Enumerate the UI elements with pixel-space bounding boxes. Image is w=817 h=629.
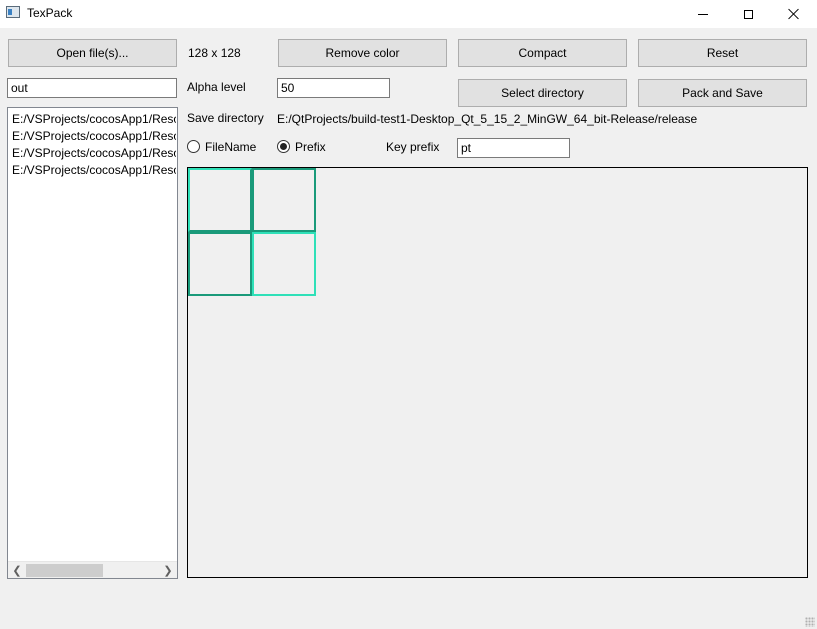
select-directory-button[interactable]: Select directory <box>458 79 627 107</box>
open-files-button[interactable]: Open file(s)... <box>8 39 177 67</box>
key-prefix-label: Key prefix <box>386 140 440 154</box>
sprite-tile <box>252 232 316 296</box>
list-item[interactable]: E:/VSProjects/cocosApp1/Reso <box>12 146 176 160</box>
minimize-icon <box>698 13 708 15</box>
alpha-level-input[interactable]: 50 <box>277 78 390 98</box>
sprite-tile <box>252 168 316 232</box>
filename-radio-label: FileName <box>205 140 257 154</box>
pack-and-save-button[interactable]: Pack and Save <box>638 79 807 107</box>
save-directory-label: Save directory <box>187 111 264 125</box>
save-directory-path: E:/QtProjects/build-test1-Desktop_Qt_5_1… <box>277 112 698 126</box>
prefix-radio[interactable] <box>277 140 290 153</box>
horizontal-scrollbar[interactable]: ❮ ❯ <box>8 561 177 578</box>
prefix-radio-label: Prefix <box>295 140 326 154</box>
app-window-icon <box>6 6 20 18</box>
title-bar: TexPack <box>0 0 817 28</box>
minimize-button[interactable] <box>680 0 726 28</box>
list-item[interactable]: E:/VSProjects/cocosApp1/Reso <box>12 163 176 177</box>
list-item[interactable]: E:/VSProjects/cocosApp1/Reso <box>12 112 176 126</box>
output-name-input[interactable]: out <box>7 78 177 98</box>
texture-preview-canvas <box>187 167 808 578</box>
resize-grip-icon[interactable] <box>805 617 815 627</box>
sprite-tile <box>188 232 252 296</box>
maximize-icon <box>743 9 753 19</box>
scroll-left-icon[interactable]: ❮ <box>9 562 25 578</box>
key-prefix-input[interactable]: pt <box>457 138 570 158</box>
scroll-thumb[interactable] <box>26 564 103 577</box>
compact-button[interactable]: Compact <box>458 39 627 67</box>
list-item[interactable]: E:/VSProjects/cocosApp1/Reso <box>12 129 176 143</box>
texture-size-label: 128 x 128 <box>188 46 241 60</box>
window-title: TexPack <box>27 6 73 20</box>
maximize-button[interactable] <box>725 0 771 28</box>
filename-radio[interactable] <box>187 140 200 153</box>
file-list[interactable]: E:/VSProjects/cocosApp1/Reso E:/VSProjec… <box>7 107 178 579</box>
sprite-tile <box>188 168 252 232</box>
reset-button[interactable]: Reset <box>638 39 807 67</box>
close-icon <box>788 8 800 20</box>
alpha-level-label: Alpha level <box>187 80 246 94</box>
remove-color-button[interactable]: Remove color <box>278 39 447 67</box>
close-button[interactable] <box>771 0 817 28</box>
scroll-right-icon[interactable]: ❯ <box>160 562 176 578</box>
